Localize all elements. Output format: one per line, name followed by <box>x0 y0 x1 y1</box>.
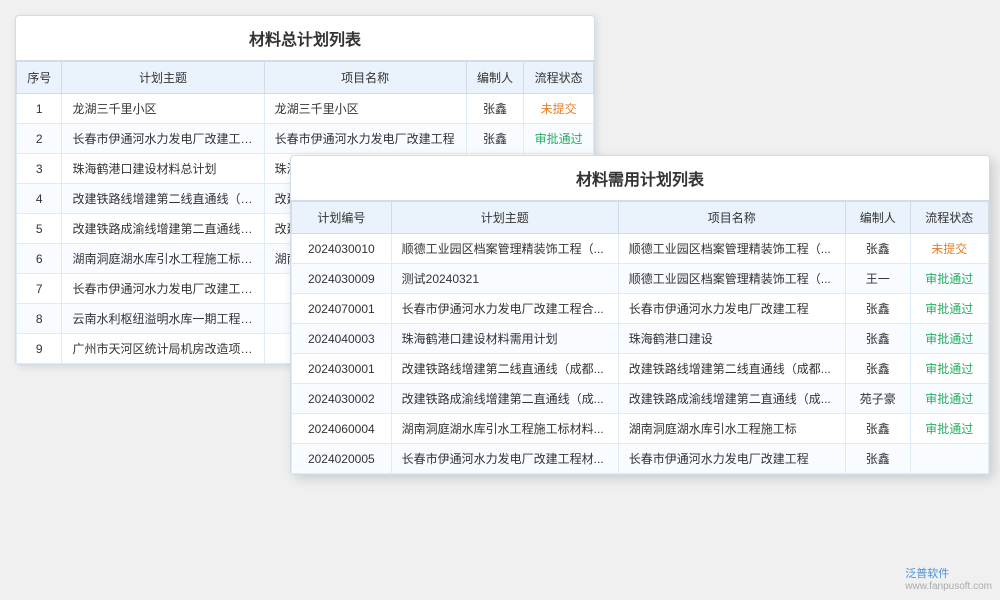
watermark: 泛普软件 www.fanpusoft.com <box>905 565 992 592</box>
col-editor2: 编制人 <box>845 202 910 234</box>
table-row[interactable]: 1龙湖三千里小区龙湖三千里小区张鑫未提交 <box>17 94 594 124</box>
material-demand-plan-table: 材料需用计划列表 计划编号 计划主题 项目名称 编制人 流程状态 2024030… <box>290 155 990 475</box>
table-row[interactable]: 2024070001长春市伊通河水力发电厂改建工程合...长春市伊通河水力发电厂… <box>292 294 989 324</box>
table-row[interactable]: 2024030002改建铁路成渝线增建第二直通线（成...改建铁路成渝线增建第二… <box>292 384 989 414</box>
table-row[interactable]: 2024030009测试20240321顺德工业园区档案管理精装饰工程（...王… <box>292 264 989 294</box>
table1-title: 材料总计划列表 <box>16 16 594 61</box>
table-row[interactable]: 2024030010顺德工业园区档案管理精装饰工程（...顺德工业园区档案管理精… <box>292 234 989 264</box>
col-project-name: 项目名称 <box>264 62 466 94</box>
table-row[interactable]: 2024030001改建铁路线增建第二线直通线（成都...改建铁路线增建第二线直… <box>292 354 989 384</box>
table2-title: 材料需用计划列表 <box>291 156 989 201</box>
table-row[interactable]: 2024020005长春市伊通河水力发电厂改建工程材...长春市伊通河水力发电厂… <box>292 444 989 474</box>
col-status: 流程状态 <box>524 62 594 94</box>
table-row[interactable]: 2长春市伊通河水力发电厂改建工程合同材料...长春市伊通河水力发电厂改建工程张鑫… <box>17 124 594 154</box>
col-seq: 序号 <box>17 62 62 94</box>
col-plan-theme2: 计划主题 <box>391 202 618 234</box>
col-editor: 编制人 <box>466 62 524 94</box>
col-plan-theme: 计划主题 <box>62 62 264 94</box>
table-row[interactable]: 2024060004湖南洞庭湖水库引水工程施工标材料...湖南洞庭湖水库引水工程… <box>292 414 989 444</box>
table-row[interactable]: 2024040003珠海鹤港口建设材料需用计划珠海鹤港口建设张鑫审批通过 <box>292 324 989 354</box>
col-project-name2: 项目名称 <box>618 202 845 234</box>
col-status2: 流程状态 <box>910 202 988 234</box>
col-plan-no: 计划编号 <box>292 202 392 234</box>
